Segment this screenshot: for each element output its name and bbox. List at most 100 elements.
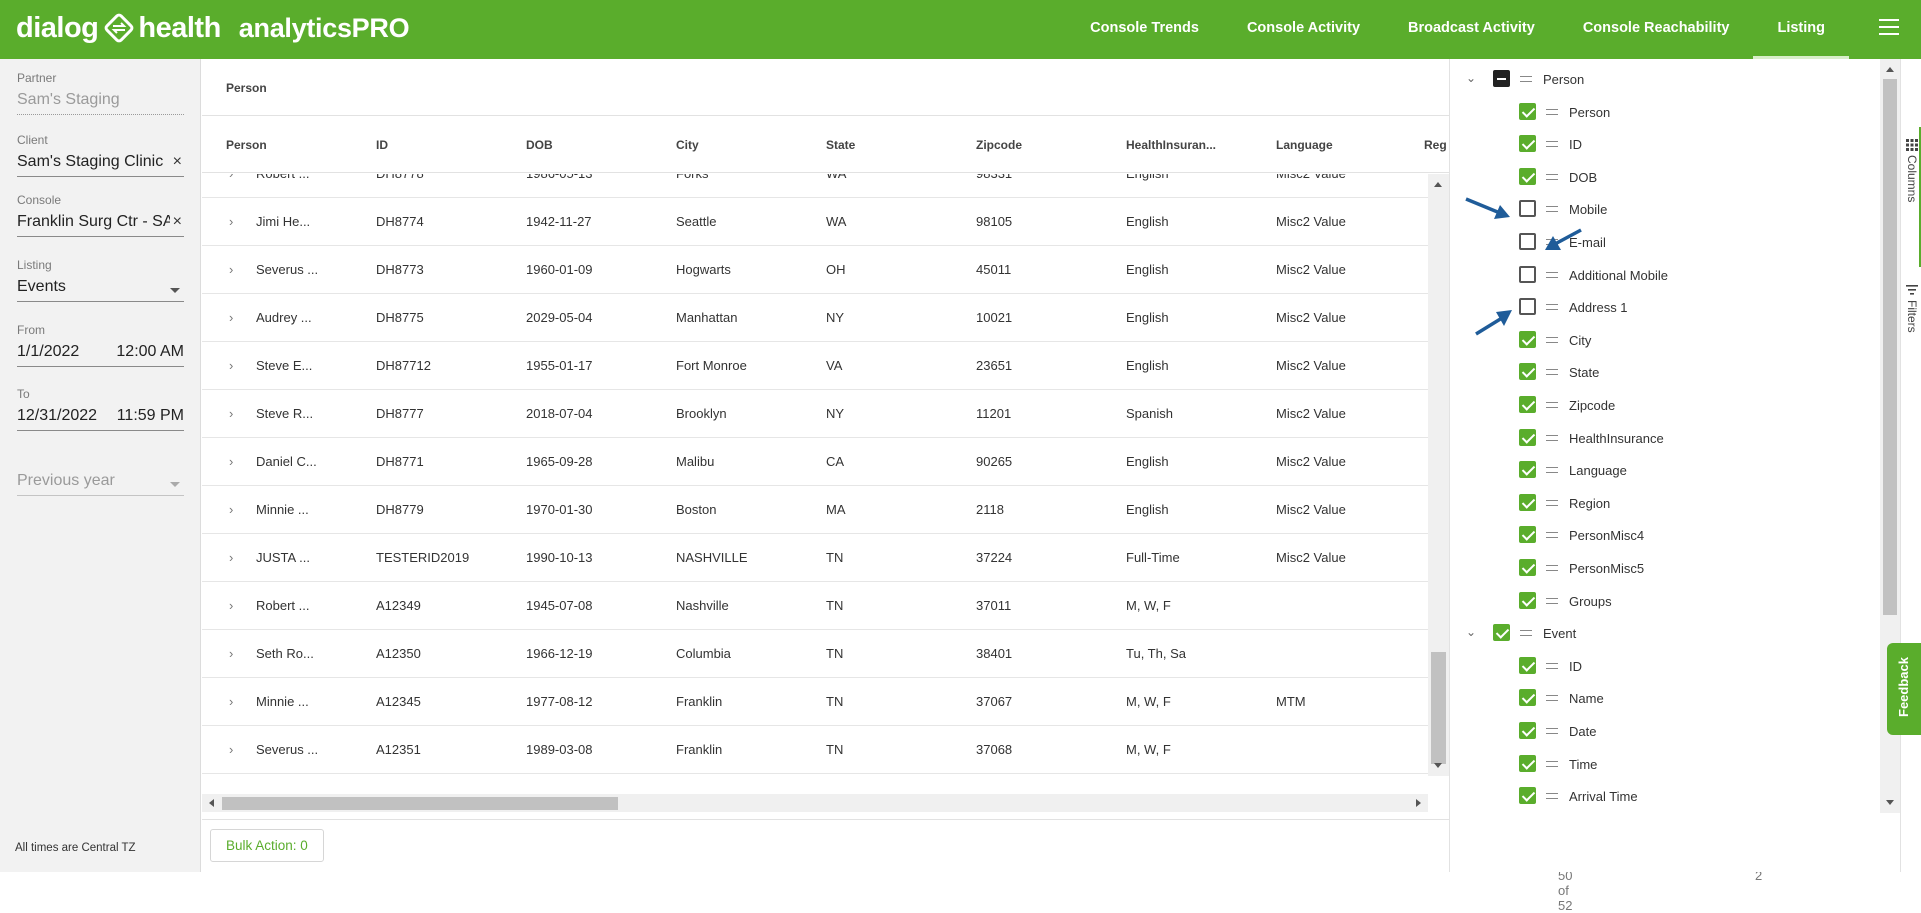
drag-handle-icon[interactable]	[1546, 271, 1558, 278]
row-expand-chevron-icon[interactable]: ›	[229, 294, 233, 342]
grid-horizontal-scrollbar[interactable]	[202, 794, 1428, 812]
console-clear-icon[interactable]: ×	[169, 213, 182, 231]
column-item[interactable]: E-mail	[1450, 226, 1880, 258]
column-item[interactable]: HealthInsurance	[1450, 422, 1880, 454]
row-expand-chevron-icon[interactable]: ›	[229, 342, 233, 390]
drag-handle-icon[interactable]	[1546, 499, 1558, 506]
feedback-button[interactable]: Feedback	[1887, 643, 1921, 735]
columns-scroll-up-icon[interactable]	[1886, 67, 1894, 72]
column-item[interactable]: State	[1450, 356, 1880, 388]
drag-handle-icon[interactable]	[1546, 793, 1558, 800]
table-row[interactable]: › Jimi He... DH8774 1942-11-27 Seattle WA 9810…	[202, 198, 1428, 246]
row-expand-chevron-icon[interactable]: ›	[229, 198, 233, 246]
column-item[interactable]: City	[1450, 324, 1880, 356]
drag-handle-icon[interactable]	[1546, 369, 1558, 376]
hamburger-menu-icon[interactable]	[1879, 19, 1899, 37]
table-row[interactable]: › Seth Ro... A12350 1966-12-19 Columbia TN 384…	[202, 630, 1428, 678]
scroll-left-arrow-icon[interactable]	[209, 799, 214, 807]
drag-handle-icon[interactable]	[1546, 173, 1558, 180]
col-header-zipcode[interactable]: Zipcode	[976, 138, 1086, 152]
column-checkbox[interactable]	[1519, 493, 1536, 511]
table-row[interactable]: › Minnie ... DH8779 1970-01-30 Boston MA 2118 E…	[202, 486, 1428, 534]
nav-broadcast-activity[interactable]: Broadcast Activity	[1384, 0, 1559, 59]
grid-vertical-scroll-thumb[interactable]	[1431, 652, 1446, 764]
column-item[interactable]: Mobile	[1450, 193, 1880, 225]
to-datetime-input[interactable]: 12/31/2022 11:59 PM	[17, 407, 184, 431]
column-checkbox[interactable]	[1519, 461, 1536, 479]
drag-handle-icon[interactable]	[1546, 336, 1558, 343]
drag-handle-icon[interactable]	[1546, 662, 1558, 669]
table-row[interactable]: › Robert ... A12349 1945-07-08 Nashville TN 37…	[202, 582, 1428, 630]
tab-columns[interactable]: Columns	[1903, 127, 1921, 267]
column-item[interactable]: Time	[1450, 748, 1880, 780]
column-item[interactable]: Address 1	[1450, 291, 1880, 323]
column-checkbox[interactable]	[1519, 167, 1536, 185]
from-datetime-input[interactable]: 1/1/2022 12:00 AM	[17, 343, 184, 367]
column-item[interactable]: ID	[1450, 128, 1880, 160]
row-expand-chevron-icon[interactable]: ›	[229, 486, 233, 534]
drag-handle-icon[interactable]	[1546, 141, 1558, 148]
columns-scroll-down-icon[interactable]	[1886, 800, 1894, 805]
column-checkbox[interactable]	[1519, 102, 1536, 120]
drag-handle-icon[interactable]	[1546, 402, 1558, 408]
console-select[interactable]: Franklin Surg Ctr - SA ×	[17, 213, 184, 237]
partner-value[interactable]: Sam's Staging	[17, 91, 184, 115]
column-item[interactable]: Region	[1450, 487, 1880, 519]
column-item[interactable]: DOB	[1450, 161, 1880, 193]
column-checkbox[interactable]	[1519, 591, 1536, 609]
column-item[interactable]: Date	[1450, 715, 1880, 747]
nav-console-trends[interactable]: Console Trends	[1066, 0, 1223, 59]
column-item[interactable]: Arrival Time	[1450, 780, 1880, 812]
table-row[interactable]: › Severus ... DH8773 1960-01-09 Hogwarts OH 45…	[202, 246, 1428, 294]
column-checkbox[interactable]	[1519, 428, 1536, 446]
listing-select[interactable]: Events	[17, 278, 184, 302]
client-clear-icon[interactable]: ×	[169, 153, 182, 171]
drag-handle-icon[interactable]	[1546, 108, 1558, 115]
column-item[interactable]: ID	[1450, 650, 1880, 682]
column-checkbox[interactable]	[1519, 754, 1536, 772]
column-checkbox[interactable]	[1519, 330, 1536, 348]
group-checkbox[interactable]	[1493, 624, 1510, 642]
column-item[interactable]: Language	[1450, 454, 1880, 486]
grid-horizontal-scroll-thumb[interactable]	[222, 797, 618, 810]
column-checkbox[interactable]	[1519, 559, 1536, 576]
row-expand-chevron-icon[interactable]: ›	[229, 726, 233, 774]
column-checkbox[interactable]	[1519, 298, 1536, 316]
drag-handle-icon[interactable]	[1546, 728, 1558, 734]
column-checkbox[interactable]	[1519, 722, 1536, 739]
column-checkbox[interactable]	[1519, 233, 1536, 250]
column-item[interactable]: Name	[1450, 682, 1880, 714]
column-checkbox[interactable]	[1519, 689, 1536, 707]
scroll-up-arrow-icon[interactable]	[1434, 182, 1442, 187]
column-checkbox[interactable]	[1519, 363, 1536, 381]
tab-filters[interactable]: Filters	[1903, 281, 1921, 371]
column-checkbox[interactable]	[1519, 787, 1536, 805]
nav-listing[interactable]: Listing	[1753, 0, 1849, 59]
drag-handle-icon[interactable]	[1546, 304, 1558, 311]
column-checkbox[interactable]	[1519, 396, 1536, 413]
table-row[interactable]: › Daniel C... DH8771 1965-09-28 Malibu CA 9026…	[202, 438, 1428, 486]
client-select[interactable]: Sam's Staging Clinic ×	[17, 153, 184, 177]
drag-handle-icon[interactable]	[1520, 630, 1532, 637]
row-expand-chevron-icon[interactable]: ›	[229, 174, 233, 198]
column-checkbox[interactable]	[1519, 526, 1536, 544]
col-header-id[interactable]: ID	[376, 138, 486, 152]
column-item[interactable]: Person	[1450, 96, 1880, 128]
drag-handle-icon[interactable]	[1546, 206, 1558, 213]
drag-handle-icon[interactable]	[1520, 76, 1532, 82]
row-expand-chevron-icon[interactable]: ›	[229, 582, 233, 630]
table-row[interactable]: › Steve E... DH87712 1955-01-17 Fort Monroe V…	[202, 342, 1428, 390]
col-header-healthinsurance[interactable]: HealthInsuran...	[1126, 138, 1236, 152]
scroll-down-arrow-icon[interactable]	[1434, 763, 1442, 768]
column-checkbox[interactable]	[1519, 656, 1536, 674]
drag-handle-icon[interactable]	[1546, 434, 1558, 441]
drag-handle-icon[interactable]	[1546, 532, 1558, 539]
column-item[interactable]: PersonMisc5	[1450, 552, 1880, 584]
nav-console-activity[interactable]: Console Activity	[1223, 0, 1384, 59]
period-select[interactable]: Previous year	[17, 472, 184, 496]
row-expand-chevron-icon[interactable]: ›	[229, 246, 233, 294]
drag-handle-icon[interactable]	[1546, 760, 1558, 767]
column-item[interactable]: Additional Mobile	[1450, 259, 1880, 291]
table-row[interactable]: › Minnie ... A12345 1977-08-12 Franklin TN 370…	[202, 678, 1428, 726]
columns-scroll-thumb[interactable]	[1883, 79, 1897, 615]
